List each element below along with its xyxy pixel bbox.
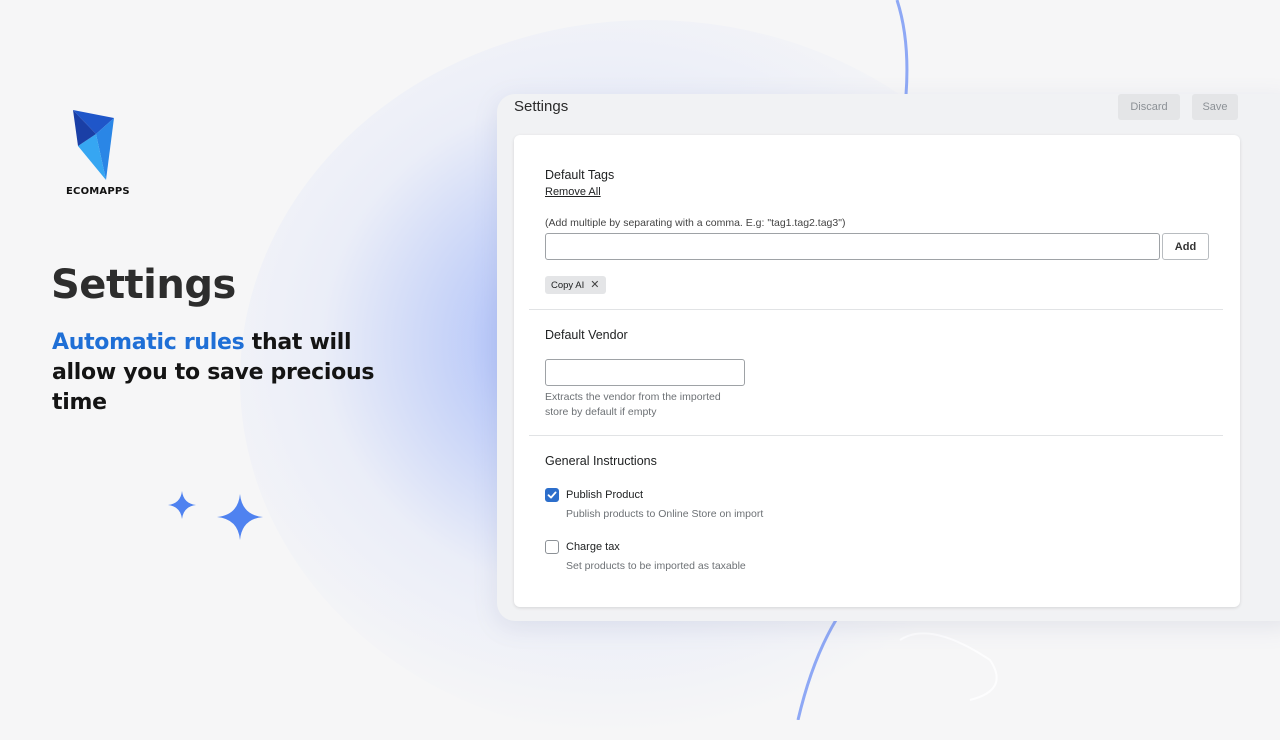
charge-tax-checkbox[interactable]	[545, 540, 559, 554]
charge-tax-description: Set products to be imported as taxable	[566, 560, 746, 572]
default-tags-title: Default Tags	[545, 168, 615, 182]
checkmark-icon	[547, 491, 557, 499]
hero-subtitle: Automatic rules that will allow you to s…	[52, 328, 382, 418]
discard-button[interactable]: Discard	[1118, 94, 1180, 120]
ecomapps-logo-icon	[73, 110, 114, 180]
vendor-help-line-2: store by default if empty	[545, 406, 657, 418]
settings-card: Default Tags Remove All (Add multiple by…	[514, 135, 1240, 607]
brand-logo: ECOMAPPS	[66, 108, 130, 200]
sparkle-large-icon	[217, 494, 263, 540]
tags-help-text: (Add multiple by separating with a comma…	[545, 217, 846, 229]
tags-input[interactable]	[545, 233, 1160, 260]
hero-title: Settings	[51, 262, 236, 308]
charge-tax-label[interactable]: Charge tax	[566, 541, 620, 553]
vendor-help-line-1: Extracts the vendor from the imported	[545, 391, 721, 403]
remove-tag-icon[interactable]: ✕	[590, 279, 599, 291]
tag-label: Copy AI	[551, 279, 585, 291]
tag-chip: Copy AI ✕	[545, 276, 606, 294]
remove-all-link[interactable]: Remove All	[545, 186, 601, 198]
vendor-input[interactable]	[545, 359, 745, 386]
sparkle-small-icon	[168, 491, 196, 519]
default-vendor-title: Default Vendor	[545, 328, 628, 342]
section-divider	[529, 309, 1223, 310]
section-divider	[529, 435, 1223, 436]
settings-title: Settings	[514, 98, 569, 115]
save-button[interactable]: Save	[1192, 94, 1238, 120]
brand-name: ECOMAPPS	[66, 186, 130, 197]
publish-product-description: Publish products to Online Store on impo…	[566, 508, 764, 520]
general-instructions-title: General Instructions	[545, 454, 657, 468]
settings-panel: Settings Discard Save Default Tags Remov…	[497, 94, 1280, 621]
hero-subtitle-accent: Automatic rules	[52, 330, 245, 355]
vendor-help-text: Extracts the vendor from the imported sto…	[545, 390, 721, 420]
add-tag-button[interactable]: Add	[1162, 233, 1209, 260]
publish-product-label[interactable]: Publish Product	[566, 489, 643, 501]
publish-product-checkbox[interactable]	[545, 488, 559, 502]
